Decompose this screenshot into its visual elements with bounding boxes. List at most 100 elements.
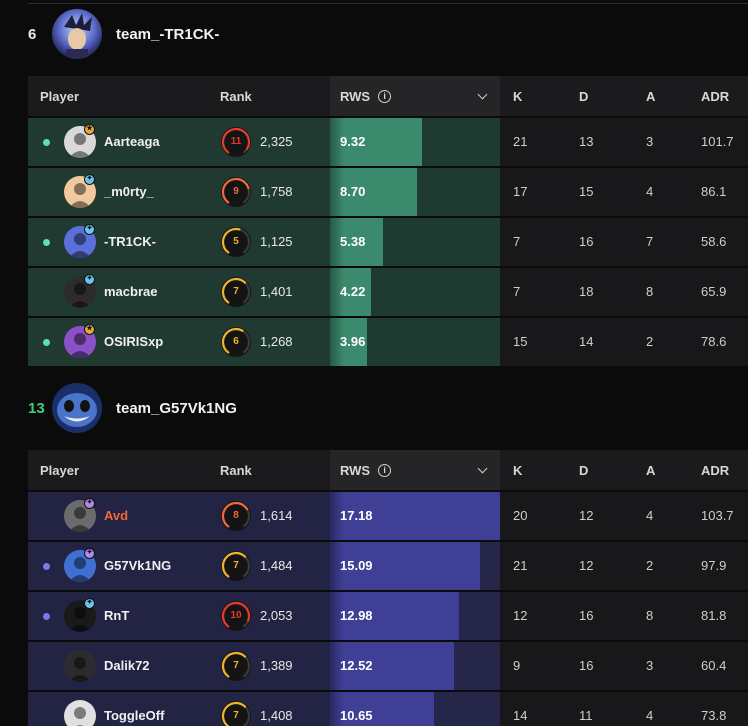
chevron-down-icon[interactable] [477,463,488,474]
player-name[interactable]: macbrae [104,284,157,299]
rws-cell: 15.09 [330,542,500,590]
player-name[interactable]: -TR1CK- [104,234,156,249]
team-table: Player Rank RWS i K D A ADR ★ Aarteaga 11 2,325 9.3… [28,76,748,366]
online-status-dot [43,339,50,346]
table-row[interactable]: ✦ RnT 10 2,053 12.98 12 16 8 81.8 [28,592,748,640]
table-row[interactable]: ToggleOff 7 1,408 10.65 14 11 4 73.8 [28,692,748,726]
column-header-player[interactable]: Player [40,89,79,104]
skill-level-number: 7 [233,660,239,671]
skill-level-number: 7 [233,286,239,297]
kills-value: 9 [513,658,521,673]
skill-level-icon: 11 [220,126,252,158]
player-name[interactable]: G57Vk1NG [104,558,171,573]
kills-value: 7 [513,284,521,299]
rws-value: 10.65 [340,708,373,723]
deaths-value: 11 [579,708,593,723]
column-header-adr[interactable]: ADR [701,89,729,104]
team-score: 13 [28,399,45,417]
adr-value: 103.7 [701,508,734,523]
table-row[interactable]: ✦ G57Vk1NG 7 1,484 15.09 21 12 2 97.9 [28,542,748,590]
rws-value: 15.09 [340,558,373,573]
top-divider [28,3,748,4]
assists-value: 3 [646,134,654,149]
assists-value: 4 [646,508,654,523]
adr-value: 97.9 [701,558,727,573]
player-avatar[interactable] [64,650,96,682]
column-header-a[interactable]: A [646,463,655,478]
elo-value: 2,053 [260,608,293,623]
column-header-rank[interactable]: Rank [220,89,252,104]
online-status-dot [43,613,50,620]
skill-level-number: 9 [233,186,239,197]
info-icon[interactable]: i [378,89,392,103]
elo-value: 1,389 [260,658,293,673]
table-row[interactable]: ✦ macbrae 7 1,401 4.22 7 18 8 65.9 [28,268,748,316]
deaths-value: 12 [579,558,594,573]
rws-value: 8.70 [340,184,366,199]
deaths-value: 18 [579,284,594,299]
rws-label: RWS [340,462,371,478]
kills-value: 20 [513,508,528,523]
rws-cell: 12.98 [330,592,500,640]
team-avatar[interactable] [52,9,102,59]
column-header-adr[interactable]: ADR [701,463,729,478]
assists-value: 2 [646,334,654,349]
assists-value: 3 [646,658,654,673]
adr-value: 101.7 [701,134,734,149]
rws-cell: 17.18 [330,492,500,540]
player-avatar[interactable] [64,700,96,726]
skill-level-number: 11 [230,136,242,147]
rws-value: 4.22 [340,284,366,299]
rws-cell: 4.22 [330,268,500,316]
column-header-d[interactable]: D [579,89,588,104]
column-header-rank[interactable]: Rank [220,463,252,478]
table-header: Player Rank RWS i K D A ADR [28,76,748,116]
elo-value: 2,325 [260,134,293,149]
rws-cell: 12.52 [330,642,500,690]
avatar-image [64,700,96,726]
table-row[interactable]: ✦ -TR1CK- 5 1,125 5.38 7 16 7 58.6 [28,218,748,266]
table-row[interactable]: ✦ _m0rty_ 9 1,758 8.70 17 15 4 86.1 [28,168,748,216]
elo-value: 1,268 [260,334,293,349]
column-header-a[interactable]: A [646,89,655,104]
adr-value: 65.9 [701,284,727,299]
elo-value: 1,401 [260,284,293,299]
adr-value: 78.6 [701,334,727,349]
skill-level-icon: 6 [220,326,252,358]
player-name[interactable]: ToggleOff [104,708,164,723]
deaths-value: 16 [579,234,594,249]
subscription-badge-icon: ✦ [84,224,95,235]
table-row[interactable]: Dalik72 7 1,389 12.52 9 16 3 60.4 [28,642,748,690]
chevron-down-icon[interactable] [477,89,488,100]
column-header-rws[interactable]: RWS i [330,450,500,490]
player-name[interactable]: Dalik72 [104,658,150,673]
player-name[interactable]: _m0rty_ [104,184,154,199]
elo-value: 1,758 [260,184,293,199]
player-name[interactable]: Avd [104,508,128,523]
column-header-player[interactable]: Player [40,463,79,478]
deaths-value: 14 [579,334,594,349]
adr-value: 60.4 [701,658,727,673]
player-name[interactable]: Aarteaga [104,134,160,149]
info-icon[interactable]: i [378,463,392,477]
team-header: 13 team_G57Vk1NG [0,380,748,436]
player-name[interactable]: OSIRISxp [104,334,163,349]
kills-value: 17 [513,184,528,199]
assists-value: 4 [646,184,654,199]
column-header-k[interactable]: K [513,89,522,104]
table-row[interactable]: ✦ Avd 8 1,614 17.18 20 12 4 103.7 [28,492,748,540]
skill-level-number: 5 [233,236,239,247]
table-row[interactable]: ★ OSIRISxp 6 1,268 3.96 15 14 2 78.6 [28,318,748,366]
player-name[interactable]: RnT [104,608,129,623]
elo-value: 1,408 [260,708,293,723]
column-header-k[interactable]: K [513,463,522,478]
rws-value: 17.18 [340,508,373,523]
column-header-d[interactable]: D [579,463,588,478]
team-avatar[interactable] [52,383,102,433]
assists-value: 8 [646,284,654,299]
rws-value: 5.38 [340,234,366,249]
table-row[interactable]: ★ Aarteaga 11 2,325 9.32 21 13 3 101.7 [28,118,748,166]
team-score: 6 [28,25,37,43]
table-header: Player Rank RWS i K D A ADR [28,450,748,490]
column-header-rws[interactable]: RWS i [330,76,500,116]
